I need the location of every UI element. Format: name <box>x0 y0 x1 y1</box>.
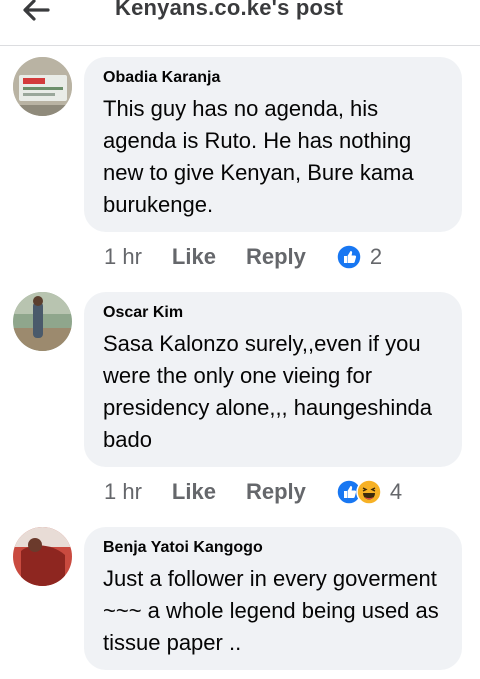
avatar[interactable] <box>13 57 72 116</box>
reaction-summary[interactable]: 2 <box>336 244 382 270</box>
reaction-count: 2 <box>369 244 383 269</box>
post-header: Kenyans.co.ke's post <box>0 0 480 46</box>
comment-bubble: Obadia Karanja This guy has no agenda, h… <box>84 57 462 232</box>
like-button[interactable]: Like <box>172 244 216 270</box>
comment-bubble: Benja Yatoi Kangogo Just a follower in e… <box>84 527 462 670</box>
comment-text: This guy has no agenda, his agenda is Ru… <box>103 96 414 217</box>
reaction-summary[interactable]: 4 <box>336 479 402 505</box>
comment-text: Sasa Kalonzo surely,,even if you were th… <box>103 331 433 452</box>
reply-button[interactable]: Reply <box>246 479 306 505</box>
comment-text: Just a follower in every goverment ~~~ a… <box>103 566 439 655</box>
comment-author[interactable]: Oscar Kim <box>103 304 444 322</box>
avatar[interactable] <box>13 292 72 351</box>
comment-actions: 1 hr Like Reply 2 <box>104 242 382 272</box>
reaction-count: 4 <box>389 479 403 504</box>
back-button[interactable] <box>14 0 58 28</box>
comment-bubble: Oscar Kim Sasa Kalonzo surely,,even if y… <box>84 292 462 467</box>
arrow-left-icon <box>23 0 50 21</box>
comment-timestamp[interactable]: 1 hr <box>104 479 142 505</box>
comment-author[interactable]: Obadia Karanja <box>103 69 444 87</box>
avatar[interactable] <box>13 527 72 586</box>
like-button[interactable]: Like <box>172 479 216 505</box>
like-reaction-icon <box>336 244 362 270</box>
comment-author[interactable]: Benja Yatoi Kangogo <box>103 539 444 557</box>
comment-actions: 1 hr Like Reply 4 <box>104 477 402 507</box>
page-title: Kenyans.co.ke's post <box>115 0 344 20</box>
reply-button[interactable]: Reply <box>246 244 306 270</box>
haha-reaction-icon <box>356 479 382 505</box>
comment-timestamp[interactable]: 1 hr <box>104 244 142 270</box>
